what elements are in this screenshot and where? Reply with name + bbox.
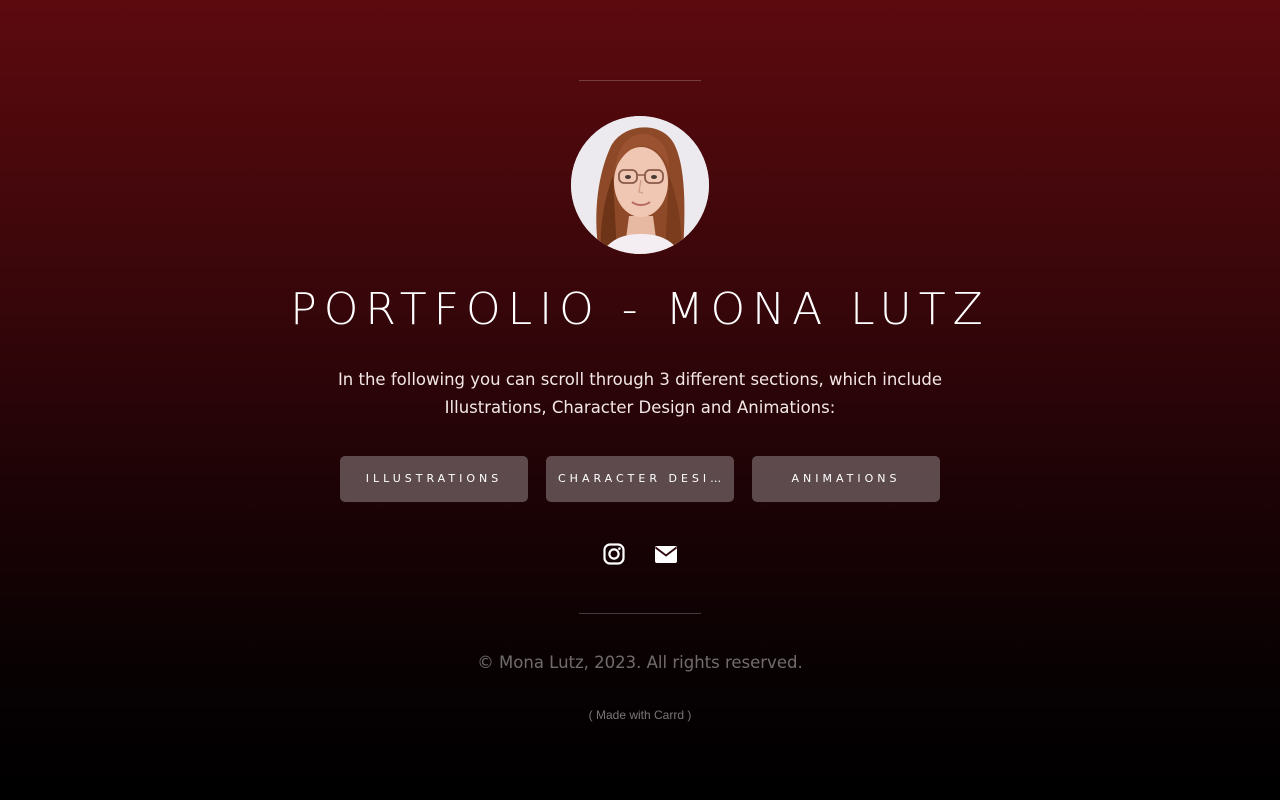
instagram-icon	[603, 543, 625, 565]
intro-text: In the following you can scroll through …	[337, 370, 943, 417]
illustrations-button[interactable]: ILLUSTRATIONS	[340, 456, 528, 502]
animations-button[interactable]: ANIMATIONS	[752, 456, 940, 502]
made-with-carrd: ( Made with Carrd )	[0, 706, 1280, 724]
portrait-image	[571, 116, 709, 254]
social-links	[0, 540, 1280, 568]
envelope-icon	[654, 546, 678, 563]
carrd-link[interactable]: ( Made with Carrd )	[589, 708, 692, 722]
top-divider	[579, 80, 701, 81]
character-design-button[interactable]: CHARACTER DESIGN	[546, 456, 734, 502]
avatar	[571, 116, 709, 254]
copyright-text: © Mona Lutz, 2023. All rights reserved.	[477, 653, 803, 672]
instagram-link[interactable]	[600, 540, 628, 568]
section-buttons: ILLUSTRATIONS CHARACTER DESIGN ANIMATION…	[340, 456, 940, 502]
bottom-divider	[579, 613, 701, 614]
email-link[interactable]	[652, 540, 680, 568]
page-title: PORTFOLIO - MONA LUTZ	[290, 284, 990, 335]
